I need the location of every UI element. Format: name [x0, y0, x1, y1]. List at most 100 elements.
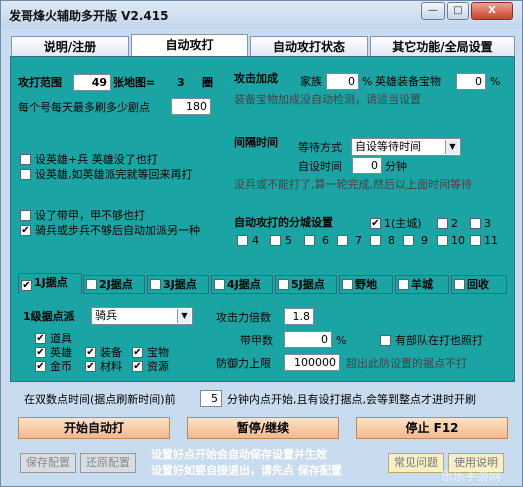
armor-pct: % — [336, 334, 347, 347]
minimize-button[interactable]: — — [421, 2, 445, 20]
family-input[interactable]: 0 — [326, 73, 359, 90]
city-8-label: 8 — [388, 234, 395, 247]
city-10-checkbox[interactable] — [437, 235, 448, 246]
subtab-5j[interactable]: 5J据点 — [275, 275, 337, 294]
multiplier-input[interactable]: 1.8 — [284, 308, 314, 325]
subtab-4j-checkbox[interactable] — [214, 279, 225, 290]
city-7-label: 7 — [355, 234, 362, 247]
opt1-checkbox[interactable] — [20, 154, 31, 165]
subtab-3j-checkbox[interactable] — [150, 279, 161, 290]
item-prop-checkbox[interactable]: ✔ — [35, 333, 46, 344]
subtab-2j[interactable]: 2J据点 — [83, 275, 145, 294]
subtab-2j-checkbox[interactable] — [86, 279, 97, 290]
item-resource-label: 资源 — [147, 360, 169, 373]
item-gold-label: 金币 — [50, 360, 72, 373]
item-hero-label: 英雄 — [50, 346, 72, 359]
subtab-recycle-checkbox[interactable] — [454, 279, 465, 290]
subtab-5j-checkbox[interactable] — [278, 279, 289, 290]
city-2-checkbox[interactable] — [437, 218, 448, 229]
family-label: 家族 — [300, 75, 322, 88]
subtab-wild-checkbox[interactable] — [342, 279, 353, 290]
subtab-recycle[interactable]: 回收 — [451, 275, 507, 294]
tab-auto-attack[interactable]: 自动攻打 — [131, 34, 248, 58]
tab-auto-attack-status[interactable]: 自动攻打状态 — [250, 36, 368, 58]
subtab-1j[interactable]: ✔ 1J据点 — [18, 273, 82, 294]
wait-value: 自设等待时间 — [355, 140, 421, 153]
city-8-checkbox[interactable] — [370, 235, 381, 246]
opt4-label: 骑兵或步兵不够后自动加派另一种 — [35, 224, 200, 237]
item-equip-checkbox[interactable]: ✔ — [85, 347, 96, 358]
city-11-checkbox[interactable] — [470, 235, 481, 246]
opt3-checkbox[interactable] — [20, 210, 31, 221]
min-points-label: 每个号每天最多刷多少剧点 — [18, 101, 150, 114]
subtab-1j-label: 1J据点 — [34, 276, 68, 289]
tab-other-settings[interactable]: 其它功能/全局设置 — [370, 36, 515, 58]
subtab-2j-label: 2J据点 — [99, 278, 133, 291]
city-4-checkbox[interactable] — [237, 235, 248, 246]
window-title: 发哥烽火辅助多开版 V2.415 — [9, 9, 169, 23]
armor-label: 带甲数 — [240, 334, 273, 347]
opt3-label: 设了带甲，甲不够也打 — [35, 209, 145, 222]
minute-label: 分钟 — [385, 160, 407, 173]
interval-title: 间隔时间 — [234, 136, 278, 149]
dispatch-select[interactable]: 骑兵 ▼ — [91, 307, 193, 325]
hero-input[interactable]: 0 — [456, 73, 486, 90]
refresh-note: 分钟内点开始,且有设打据点,会等到整点才进时开刷 — [227, 393, 476, 406]
stop-button[interactable]: 停止 F12 — [356, 417, 508, 439]
save-config-button[interactable]: 保存配置 — [20, 453, 76, 473]
item-hero-checkbox[interactable]: ✔ — [35, 347, 46, 358]
dispatch-value: 骑兵 — [95, 309, 117, 322]
subtab-sheep-label: 羊城 — [411, 278, 433, 291]
title-bar: 发哥烽火辅助多开版 V2.415 — □ X — [1, 1, 522, 29]
def-input[interactable]: 100000 — [284, 354, 340, 371]
faq-button[interactable]: 常见问题 — [388, 453, 444, 473]
custom-time-input[interactable]: 0 — [352, 157, 382, 174]
city-9-checkbox[interactable] — [403, 235, 414, 246]
city-11-label: 11 — [484, 234, 498, 247]
family-pct: % — [362, 75, 373, 88]
custom-time-label: 自设时间 — [298, 160, 342, 173]
dispatch-label: 1级据点派 — [23, 310, 75, 323]
subtab-wild-label: 野地 — [355, 278, 377, 291]
close-button[interactable]: X — [471, 2, 513, 20]
item-gold-checkbox[interactable]: ✔ — [35, 361, 46, 372]
footer-line1: 设置好点开始会自动保存设置并生效 — [151, 448, 327, 461]
subtab-1j-checkbox[interactable]: ✔ — [21, 280, 32, 291]
item-treasure-checkbox[interactable]: ✔ — [132, 347, 143, 358]
city-3-label: 3 — [484, 217, 491, 230]
tab-instructions[interactable]: 说明/注册 — [11, 36, 129, 58]
city-7-checkbox[interactable] — [337, 235, 348, 246]
city-1-checkbox[interactable]: ✔ — [370, 218, 381, 229]
city-9-label: 9 — [421, 234, 428, 247]
armor-input[interactable]: 0 — [284, 331, 332, 348]
bonus-title: 攻击加成 — [234, 72, 278, 85]
map-count-value: 3 — [177, 76, 185, 89]
subtab-3j[interactable]: 3J据点 — [147, 275, 209, 294]
refresh-input[interactable]: 5 — [200, 390, 222, 407]
wait-select[interactable]: 自设等待时间 ▼ — [351, 138, 461, 156]
ally-checkbox[interactable] — [380, 335, 391, 346]
range-input[interactable]: 49 — [73, 74, 111, 91]
city-6-label: 6 — [322, 234, 329, 247]
opt4-checkbox[interactable]: ✔ — [20, 225, 31, 236]
city-title: 自动攻打的分城设置 — [234, 216, 333, 229]
subtab-sheep-checkbox[interactable] — [398, 279, 409, 290]
map-count-label: 张地图= — [113, 76, 156, 89]
city-5-checkbox[interactable] — [270, 235, 281, 246]
subtab-5j-label: 5J据点 — [291, 278, 325, 291]
city-3-checkbox[interactable] — [470, 218, 481, 229]
city-6-checkbox[interactable] — [304, 235, 315, 246]
subtab-4j[interactable]: 4J据点 — [211, 275, 273, 294]
start-button[interactable]: 开始自动打 — [18, 417, 170, 439]
item-resource-checkbox[interactable]: ✔ — [132, 361, 143, 372]
subtab-wild[interactable]: 野地 — [339, 275, 393, 294]
opt2-checkbox[interactable] — [20, 169, 31, 180]
footer-line2: 设置好如要自接退出，请先点 保存配置 — [151, 464, 342, 477]
min-points-input[interactable]: 180 — [171, 98, 211, 115]
item-material-checkbox[interactable]: ✔ — [85, 361, 96, 372]
pause-button[interactable]: 暂停/继续 — [187, 417, 339, 439]
subtab-sheep-city[interactable]: 羊城 — [395, 275, 449, 294]
range-label: 攻打范围 — [18, 76, 62, 89]
restore-config-button[interactable]: 还原配置 — [80, 453, 136, 473]
maximize-button[interactable]: □ — [447, 2, 469, 20]
